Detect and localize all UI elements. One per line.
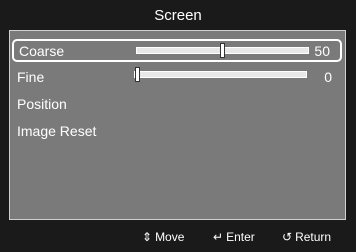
return-icon: ↺	[282, 230, 293, 244]
menu-item-coarse[interactable]: Coarse 50	[12, 39, 342, 62]
menu-item-position[interactable]: Position	[12, 92, 342, 115]
page-title: Screen	[154, 6, 202, 24]
hint-enter: ↵ Enter	[213, 230, 255, 244]
coarse-value: 50	[314, 42, 330, 59]
hint-return-label: Return	[295, 230, 332, 244]
enter-icon: ↵	[213, 230, 224, 244]
updown-arrows-icon: ⇕	[142, 230, 153, 244]
menu-item-label: Position	[17, 95, 67, 112]
menu-item-label: Coarse	[19, 42, 65, 59]
footer-hints: ⇕ Move ↵ Enter ↺ Return	[0, 222, 356, 252]
menu-panel: Coarse 50 Fine 0 Position Image Reset	[9, 30, 346, 220]
menu-item-image-reset[interactable]: Image Reset	[12, 119, 342, 142]
osd-screen: Screen Coarse 50 Fine 0 Position Image R…	[0, 0, 356, 252]
hint-enter-label: Enter	[226, 230, 255, 244]
fine-slider-knob[interactable]	[135, 67, 140, 82]
fine-slider[interactable]	[134, 67, 307, 82]
hint-return: ↺ Return	[282, 230, 331, 244]
fine-value: 0	[324, 68, 332, 85]
menu-item-label: Image Reset	[17, 122, 97, 139]
coarse-slider[interactable]	[136, 43, 309, 58]
hint-move: ⇕ Move	[142, 230, 184, 244]
hint-move-label: Move	[155, 230, 185, 244]
menu-item-fine[interactable]: Fine 0	[12, 65, 342, 88]
menu-item-label: Fine	[17, 68, 45, 85]
title-bar: Screen	[0, 0, 356, 30]
coarse-slider-knob[interactable]	[220, 43, 225, 58]
